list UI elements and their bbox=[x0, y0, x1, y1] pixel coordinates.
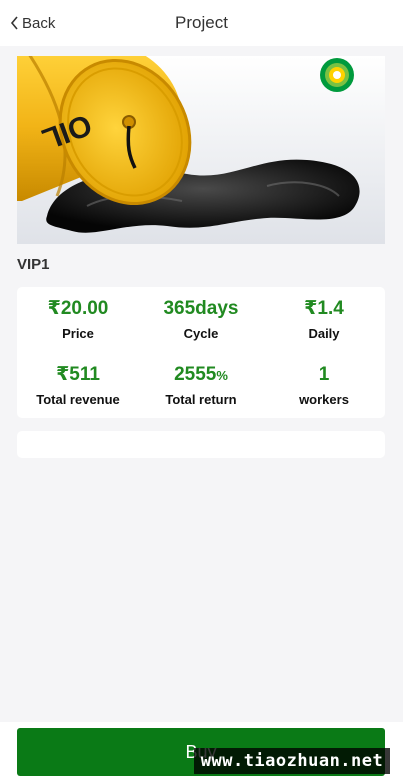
stat-number: 2555 bbox=[174, 364, 217, 385]
stat-value: ₹1.4 bbox=[304, 298, 344, 319]
stat-workers: 1 workers bbox=[263, 363, 385, 408]
stat-value: 1 bbox=[318, 364, 330, 385]
stat-unit: % bbox=[216, 368, 228, 383]
chevron-left-icon bbox=[10, 16, 18, 30]
details-card bbox=[17, 431, 385, 458]
watermark-badge: www.tiaozhuan.net bbox=[194, 748, 390, 774]
product-image: OIL bbox=[17, 56, 385, 244]
stat-label: workers bbox=[299, 392, 349, 407]
back-button[interactable]: Back bbox=[10, 0, 55, 46]
stat-label: Total return bbox=[165, 392, 237, 407]
back-label: Back bbox=[22, 14, 56, 32]
stat-price: ₹20.00 Price bbox=[17, 297, 139, 342]
stat-total-return: 2555% Total return bbox=[140, 363, 262, 408]
page-title: Project bbox=[175, 13, 228, 32]
stat-label: Total revenue bbox=[36, 392, 120, 407]
stat-value: ₹20.00 bbox=[47, 298, 109, 319]
stat-value: 2555% bbox=[140, 363, 262, 387]
stat-label: Price bbox=[62, 326, 94, 341]
stat-total-revenue: ₹511 Total revenue bbox=[17, 363, 139, 408]
oil-barrel-illustration: OIL bbox=[17, 56, 385, 244]
stat-cycle: 365days Cycle bbox=[140, 297, 262, 342]
brand-logo-icon bbox=[320, 58, 354, 92]
stat-daily: ₹1.4 Daily bbox=[263, 297, 385, 342]
top-navigation-bar: Back Project bbox=[0, 0, 403, 46]
stat-value: ₹511 bbox=[56, 364, 100, 385]
stat-value: 365days bbox=[163, 298, 239, 319]
stat-label: Daily bbox=[308, 326, 340, 341]
stats-card: ₹20.00 Price 365days Cycle ₹1.4 Daily ₹5… bbox=[17, 287, 385, 418]
stat-label: Cycle bbox=[183, 326, 219, 341]
product-name: VIP1 bbox=[17, 256, 50, 273]
